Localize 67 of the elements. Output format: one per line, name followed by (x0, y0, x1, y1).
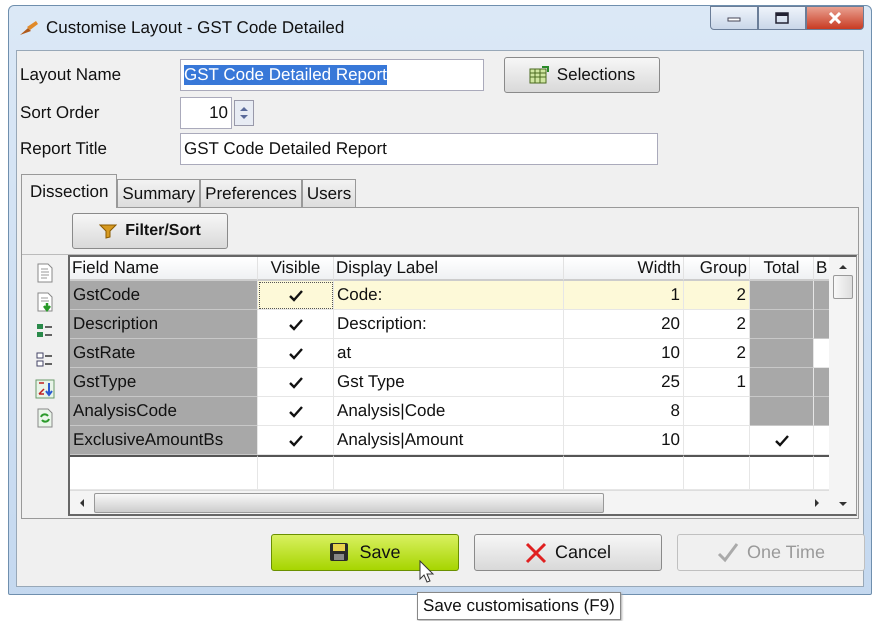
input-field[interactable]: GST Code Detailed Report (180, 59, 484, 91)
field-label: Layout Name (20, 65, 122, 85)
table-cell: 2 (684, 281, 750, 310)
table-cell: GstRate (70, 339, 258, 368)
toolbar-button[interactable] (33, 377, 57, 400)
filter-sort-button[interactable]: Filter/Sort (72, 213, 228, 249)
close-icon (524, 542, 547, 564)
scroll-right-icon (813, 498, 821, 508)
list-icon (35, 350, 55, 370)
table-cell: 25 (564, 368, 684, 397)
table-cell: Description: (334, 310, 564, 339)
table-cell: AnalysisCode (70, 397, 258, 426)
column-header[interactable]: Visible (258, 257, 334, 281)
checkmark-icon (716, 542, 739, 564)
empty-table-cell (814, 455, 829, 490)
scroll-thumb[interactable] (832, 275, 852, 299)
input-field[interactable]: GST Code Detailed Report (180, 133, 658, 165)
selections-button[interactable]: Selections (504, 57, 660, 93)
tab[interactable]: Users (302, 179, 356, 207)
table-cell: Description (70, 310, 258, 339)
number-field[interactable]: 10 (180, 97, 232, 129)
tab[interactable]: Summary (117, 179, 200, 207)
grid-icon (528, 66, 549, 84)
checkmark-icon (774, 434, 790, 446)
scroll-down-icon (838, 500, 848, 508)
table-cell: at (334, 339, 564, 368)
tab[interactable]: Preferences (200, 179, 302, 207)
column-header[interactable]: Display Label (334, 257, 564, 281)
funnel-icon (99, 223, 118, 239)
table-cell: 8 (564, 397, 684, 426)
document-add-icon (35, 292, 55, 312)
close-button[interactable] (806, 6, 864, 30)
refresh-icon (35, 408, 55, 428)
table-cell: Gst Type (334, 368, 564, 397)
close-icon (828, 12, 842, 24)
window-title: Customise Layout - GST Code Detailed (46, 18, 344, 38)
maximize-button[interactable] (758, 6, 806, 30)
tab[interactable]: Dissection (21, 174, 118, 208)
save-button[interactable]: Save (271, 534, 459, 571)
field-label: Report Title (20, 139, 108, 159)
column-header[interactable]: Field Name (70, 257, 258, 281)
tool-icon (18, 19, 40, 37)
field-label: Sort Order (20, 103, 100, 123)
spin-button[interactable] (234, 100, 254, 126)
scroll-left-icon (78, 498, 86, 508)
table-cell: 10 (564, 339, 684, 368)
table-cell: 20 (564, 310, 684, 339)
tooltip: Save customisations (F9) (417, 592, 621, 620)
column-header[interactable]: Width (564, 257, 684, 281)
document-icon (35, 262, 55, 282)
minimize-button[interactable] (710, 6, 758, 30)
scroll-up-icon (838, 263, 848, 271)
table-cell: GstCode (70, 281, 258, 310)
scroll-thumb[interactable] (94, 492, 604, 512)
table-cell: Code: (334, 281, 564, 310)
table-cell: GstType (70, 368, 258, 397)
horizontal-scrollbar[interactable] (70, 490, 829, 514)
vertical-scrollbar[interactable] (829, 257, 856, 514)
maximize-icon (775, 12, 789, 24)
column-header[interactable]: Total (750, 257, 814, 281)
cancel-button[interactable]: Cancel (474, 534, 662, 571)
table-cell: ExclusiveAmountBs (70, 426, 258, 455)
sort-icon (35, 378, 55, 398)
table-cell: Analysis|Code (334, 397, 564, 426)
table-cell: 1 (564, 281, 684, 310)
column-header[interactable]: Group (684, 257, 750, 281)
mouse-pointer-icon (419, 560, 435, 584)
